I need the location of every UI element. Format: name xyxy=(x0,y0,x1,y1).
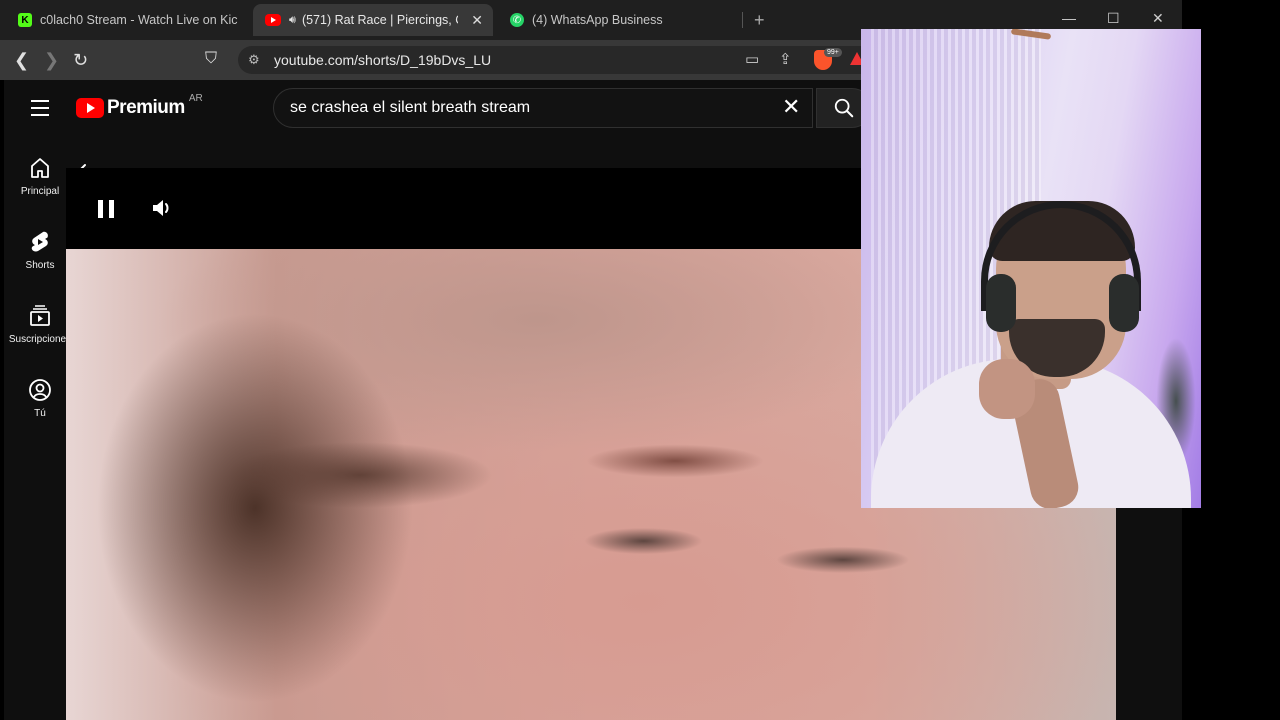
maximize-button[interactable]: ☐ xyxy=(1107,10,1120,27)
search-input[interactable]: se crashea el silent breath stream xyxy=(273,88,813,128)
headset-earcup-left xyxy=(986,274,1016,332)
tab-title: c0lach0 Stream - Watch Live on Kick xyxy=(40,13,238,27)
back-icon[interactable]: ❮ xyxy=(14,50,29,71)
shorts-icon xyxy=(31,231,48,252)
volume-icon[interactable] xyxy=(150,196,174,220)
search-query: se crashea el silent breath stream xyxy=(290,99,531,116)
tab-youtube[interactable]: 🔊︎ (571) Rat Race | Piercings, Ch ✕ xyxy=(253,4,493,36)
streamer-hand xyxy=(979,359,1035,419)
site-info-icon[interactable]: ⚙ xyxy=(248,52,260,68)
close-window-button[interactable]: ✕ xyxy=(1152,10,1164,27)
youtube-premium-logo[interactable]: Premium AR xyxy=(76,93,203,119)
youtube-icon xyxy=(265,14,281,26)
tab-whatsapp[interactable]: ✆ (4) WhatsApp Business xyxy=(510,6,730,34)
tab-divider xyxy=(742,12,743,28)
guide-label: Shorts xyxy=(25,260,55,271)
tab-kick[interactable]: K c0lach0 Stream - Watch Live on Kick xyxy=(18,6,238,34)
pause-icon[interactable] xyxy=(98,200,114,218)
menu-icon[interactable] xyxy=(31,100,49,121)
forward-icon[interactable]: ❯ xyxy=(44,50,59,71)
subscriptions-icon xyxy=(30,305,50,326)
home-icon xyxy=(31,158,49,178)
kick-icon: K xyxy=(18,13,32,27)
reload-icon[interactable]: ↻ xyxy=(73,50,88,71)
cast-icon[interactable]: ▭ xyxy=(745,50,759,68)
youtube-logo-icon xyxy=(76,98,104,118)
minimize-button[interactable]: — xyxy=(1062,10,1076,26)
search-icon xyxy=(834,98,854,118)
account-icon xyxy=(29,379,51,401)
new-tab-button[interactable]: + xyxy=(754,10,765,31)
headset-earcup-right xyxy=(1109,274,1139,332)
tab-title: (4) WhatsApp Business xyxy=(532,13,663,27)
logo-text: Premium xyxy=(107,97,185,118)
shields-count-badge: 99+ xyxy=(824,48,842,57)
tab-close-icon[interactable]: ✕ xyxy=(471,12,483,29)
share-icon[interactable]: ⇪ xyxy=(779,50,792,68)
whatsapp-icon: ✆ xyxy=(510,13,524,27)
guide-label: Tú xyxy=(34,408,46,419)
audio-playing-icon[interactable]: 🔊︎ xyxy=(289,14,296,27)
country-code: AR xyxy=(188,92,203,104)
clear-search-icon[interactable]: ✕ xyxy=(782,96,800,118)
webcam-overlay xyxy=(861,29,1201,508)
guide-label: Principal xyxy=(20,186,60,197)
bookmark-icon[interactable]: ⛉ xyxy=(205,50,217,68)
url-text: youtube.com/shorts/D_19bDvs_LU xyxy=(274,52,492,68)
tab-title: (571) Rat Race | Piercings, Ch xyxy=(301,13,458,27)
guide-label: Suscripciones xyxy=(8,334,72,345)
